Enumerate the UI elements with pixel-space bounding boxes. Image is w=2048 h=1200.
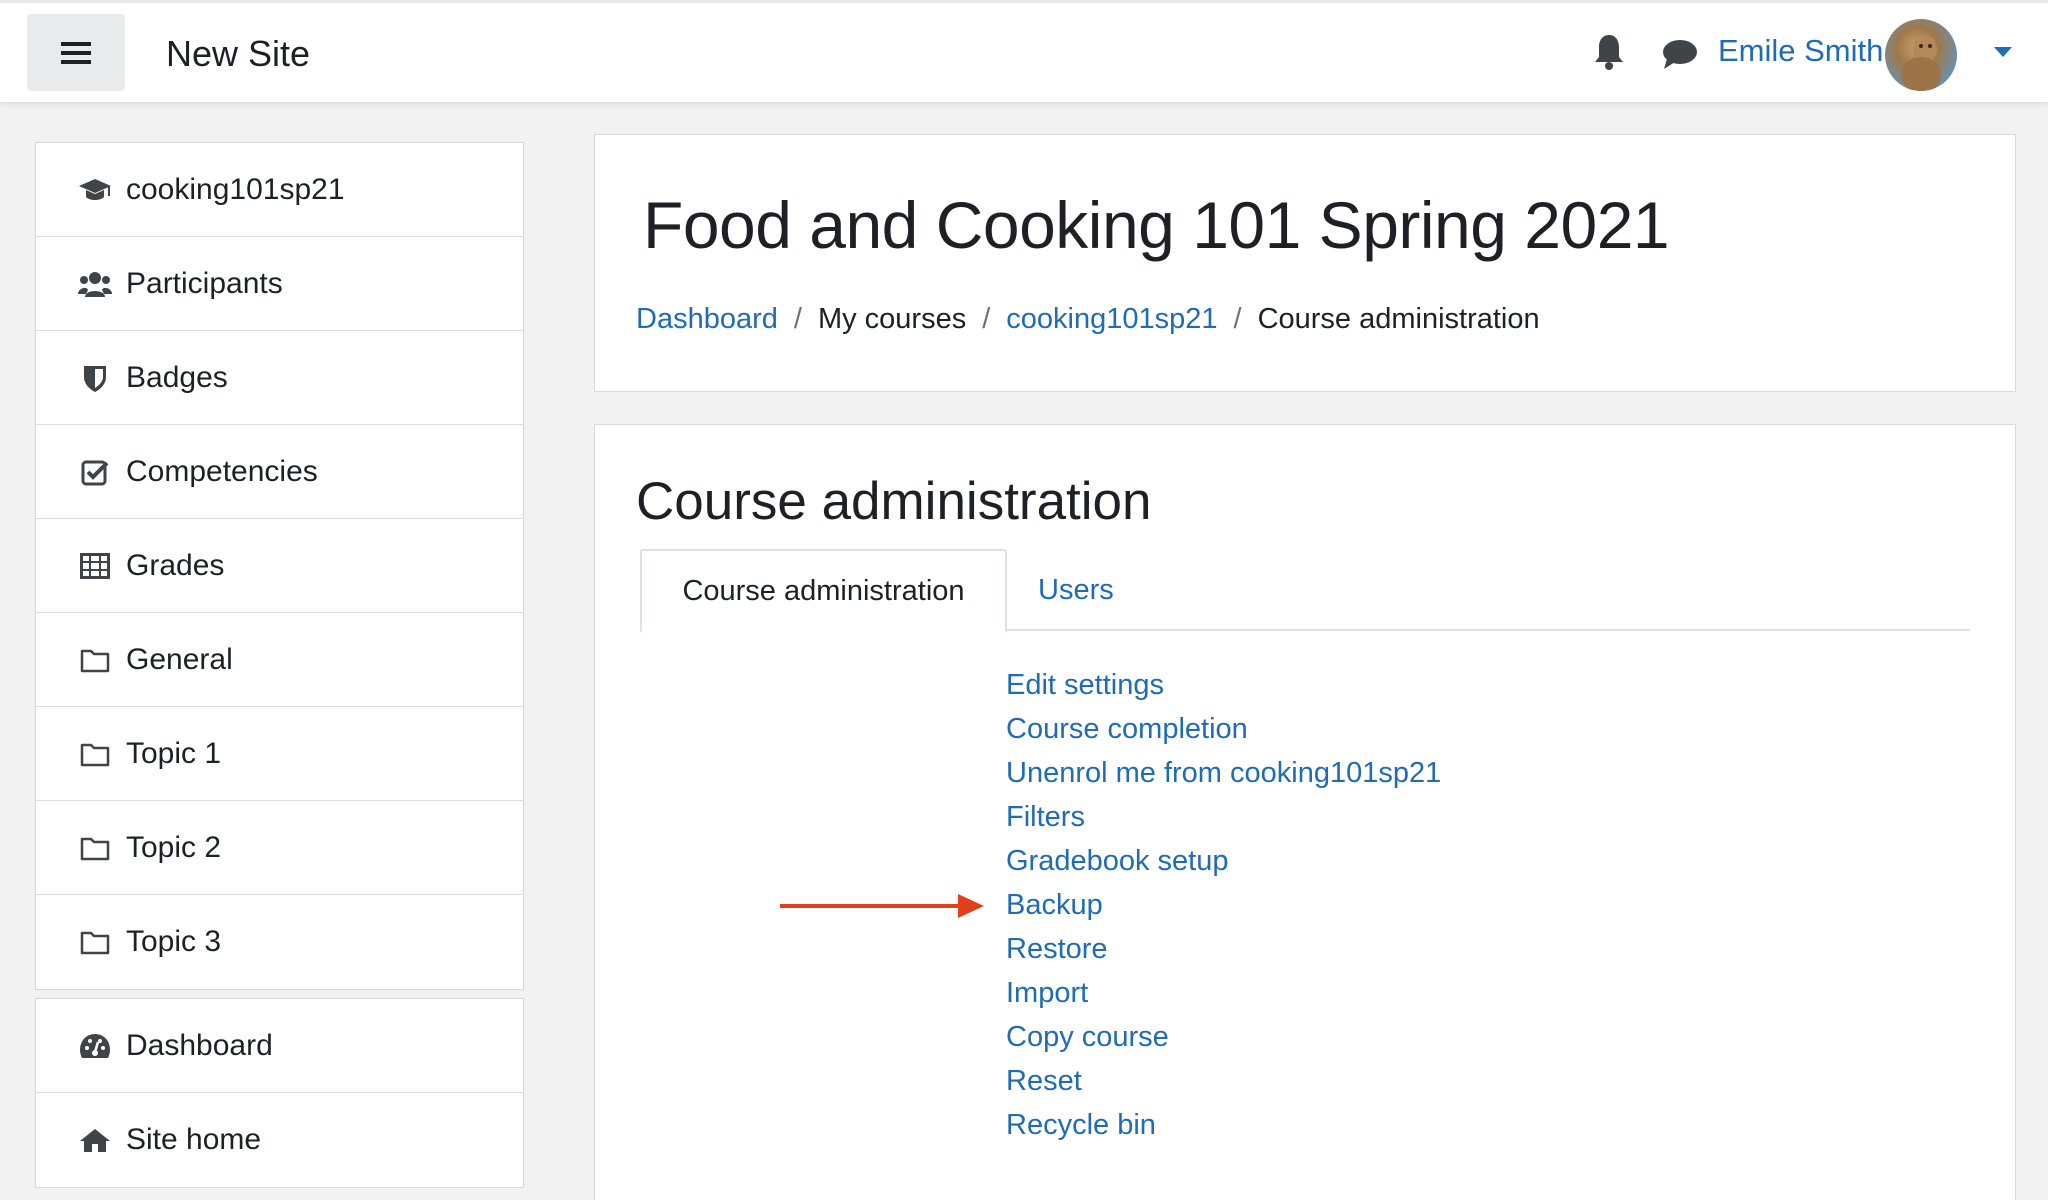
- breadcrumb-course-link[interactable]: cooking101sp21: [1006, 303, 1217, 336]
- avatar[interactable]: [1885, 19, 1957, 91]
- tab-course-administration[interactable]: Course administration: [640, 549, 1007, 633]
- sidebar-item-label: Participants: [126, 266, 283, 300]
- sidebar-item-course[interactable]: cooking101sp21: [36, 143, 523, 237]
- home-icon: [78, 1125, 112, 1155]
- sidebar-item-label: Topic 2: [126, 830, 222, 864]
- sidebar-item-badges[interactable]: Badges: [36, 331, 523, 425]
- folder-icon: [78, 833, 112, 863]
- breadcrumb-my-courses: My courses: [817, 303, 967, 335]
- course-nav-group: cooking101sp21 Participants Badges Compe…: [35, 142, 524, 990]
- bars-icon: [61, 41, 91, 64]
- reset-link[interactable]: Reset: [1006, 1065, 1082, 1097]
- annotation-arrow-icon: [780, 894, 984, 918]
- tab-users[interactable]: Users: [1038, 549, 1114, 631]
- shield-icon: [78, 363, 112, 393]
- recycle-bin-link[interactable]: Recycle bin: [1006, 1109, 1156, 1141]
- sidebar-item-label: Topic 3: [126, 925, 222, 958]
- unenrol-link[interactable]: Unenrol me from cooking101sp21: [1006, 757, 1441, 789]
- sidebar-item-topic-3[interactable]: Topic 3: [36, 895, 523, 989]
- sidebar-item-participants[interactable]: Participants: [36, 237, 523, 331]
- sidebar-item-label: Badges: [126, 360, 228, 394]
- folder-icon: [78, 739, 112, 769]
- breadcrumb-separator: /: [1233, 303, 1242, 335]
- admin-links-list: Edit settings Course completion Unenrol …: [1006, 663, 1441, 1147]
- site-name-link[interactable]: New Site: [166, 33, 310, 75]
- table-icon: [78, 551, 112, 581]
- page-header-card: Food and Cooking 101 Spring 2021 Dashboa…: [594, 134, 2016, 392]
- caret-down-icon[interactable]: [1994, 47, 2012, 57]
- site-nav-group: Dashboard Site home: [35, 998, 524, 1188]
- sidebar-item-site-home[interactable]: Site home: [36, 1093, 523, 1187]
- filters-link[interactable]: Filters: [1006, 801, 1085, 833]
- copy-course-link[interactable]: Copy course: [1006, 1021, 1169, 1053]
- edit-settings-link[interactable]: Edit settings: [1006, 669, 1164, 701]
- breadcrumb-separator: /: [793, 303, 802, 335]
- folder-icon: [78, 645, 112, 675]
- backup-link[interactable]: Backup: [1006, 889, 1103, 921]
- nav-drawer: cooking101sp21 Participants Badges Compe…: [0, 102, 563, 1200]
- avatar-image: [1901, 35, 1941, 91]
- check-square-icon: [78, 457, 112, 487]
- breadcrumb-separator: /: [982, 303, 991, 335]
- folder-icon: [78, 927, 112, 957]
- sidebar-item-general[interactable]: General: [36, 613, 523, 707]
- navbar: New Site Emile Smith: [0, 0, 2048, 102]
- sidebar-item-label: General: [126, 642, 233, 676]
- users-icon: [78, 269, 112, 299]
- sidebar-item-grades[interactable]: Grades: [36, 519, 523, 613]
- import-link[interactable]: Import: [1006, 977, 1088, 1009]
- sidebar-item-label: Dashboard: [126, 1028, 273, 1062]
- graduation-cap-icon: [78, 175, 112, 205]
- sidebar-item-label: cooking101sp21: [126, 172, 345, 206]
- sidebar-item-dashboard[interactable]: Dashboard: [36, 999, 523, 1093]
- sidebar-item-topic-1[interactable]: Topic 1: [36, 707, 523, 801]
- breadcrumb-dashboard-link[interactable]: Dashboard: [636, 303, 778, 336]
- breadcrumb-current: Course administration: [1257, 303, 1540, 335]
- breadcrumb: Dashboard / My courses / cooking101sp21 …: [636, 303, 1540, 336]
- sidebar-item-label: Topic 1: [126, 736, 222, 770]
- sidebar-item-topic-2[interactable]: Topic 2: [36, 801, 523, 895]
- admin-tabs: Course administration Users: [640, 549, 1970, 633]
- section-title: Course administration: [636, 472, 1152, 531]
- restore-link[interactable]: Restore: [1006, 933, 1108, 965]
- page-title: Food and Cooking 101 Spring 2021: [643, 188, 1670, 262]
- course-admin-card: Course administration Course administrat…: [594, 424, 2016, 1200]
- user-menu-name[interactable]: Emile Smith: [1718, 33, 1883, 69]
- bell-icon[interactable]: [1592, 33, 1626, 71]
- sidebar-item-label: Grades: [126, 548, 225, 582]
- course-completion-link[interactable]: Course completion: [1006, 713, 1248, 745]
- dashboard-icon: [78, 1031, 112, 1061]
- gradebook-setup-link[interactable]: Gradebook setup: [1006, 845, 1228, 877]
- sidebar-item-competencies[interactable]: Competencies: [36, 425, 523, 519]
- sidebar-item-label: Site home: [126, 1123, 262, 1156]
- chat-icon[interactable]: [1661, 37, 1699, 71]
- sidebar-item-label: Competencies: [126, 454, 318, 488]
- drawer-toggle-button[interactable]: [27, 14, 125, 91]
